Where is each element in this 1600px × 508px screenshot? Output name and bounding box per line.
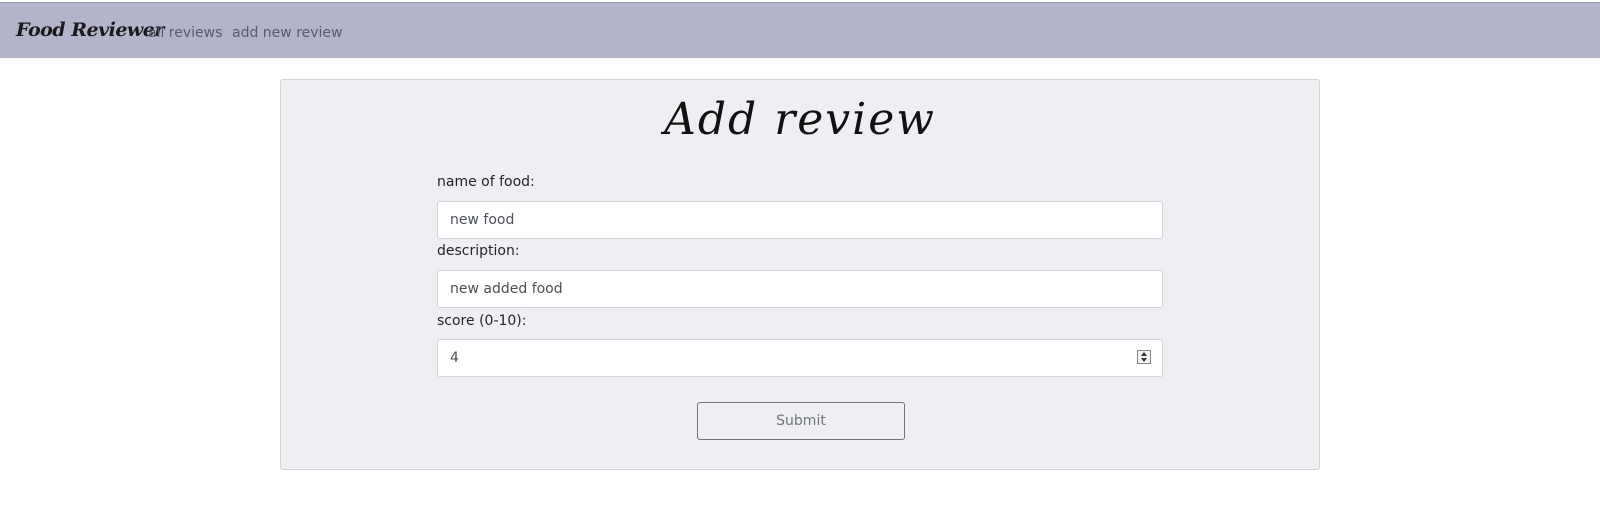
score-stepper[interactable] (1137, 350, 1151, 364)
description-input[interactable] (437, 270, 1163, 308)
stepper-down-icon[interactable] (1141, 358, 1147, 362)
brand-logo[interactable]: Food Reviewer (16, 19, 164, 41)
description-label: description: (437, 243, 520, 259)
score-label: score (0-10): (437, 313, 527, 329)
nav-link-all-reviews[interactable]: all reviews (148, 25, 222, 41)
score-field (437, 339, 1163, 377)
name-of-food-input[interactable] (437, 201, 1163, 239)
add-review-card: Add review name of food: description: sc… (280, 79, 1320, 470)
submit-button[interactable]: Submit (697, 402, 905, 440)
score-input[interactable] (437, 339, 1163, 377)
stepper-up-icon[interactable] (1141, 352, 1147, 356)
nav-link-add-new-review[interactable]: add new review (232, 25, 343, 41)
name-of-food-label: name of food: (437, 174, 535, 190)
page-title: Add review (664, 94, 936, 145)
top-navbar: Food Reviewer all reviews add new review (0, 2, 1600, 58)
